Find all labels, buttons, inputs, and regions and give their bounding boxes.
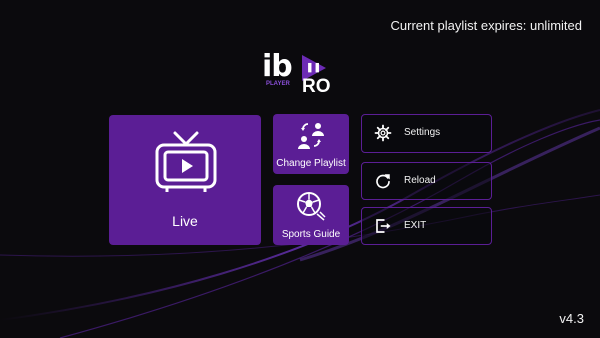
live-label: Live [172,213,198,229]
playlist-expiry-text: Current playlist expires: unlimited [390,18,582,33]
app-version: v4.3 [559,311,584,326]
change-playlist-tile[interactable]: Change Playlist [273,114,349,174]
settings-label: Settings [404,127,441,138]
settings-button[interactable]: Settings [361,114,492,153]
soccer-ball-icon [297,192,326,221]
reload-button[interactable]: Reload [361,162,492,200]
logo-pro-text: RO [302,76,331,97]
gear-icon [374,124,392,142]
tv-icon [155,131,217,192]
users-swap-icon [298,123,324,149]
logo-sub-text: PLAYER [266,81,290,87]
ibo-player-pro-logo: ❚❚ ib PLAYER RO [262,49,331,98]
reload-icon [376,174,390,189]
reload-label: Reload [404,175,436,186]
exit-icon [376,219,391,233]
sports-guide-label: Sports Guide [281,229,341,240]
exit-button[interactable]: EXIT [361,207,492,245]
sports-guide-tile[interactable]: Sports Guide [273,185,349,245]
exit-label: EXIT [404,220,427,231]
change-playlist-label: Change Playlist [276,158,346,169]
live-tile[interactable]: Live [109,115,261,245]
logo-main-text: ib [262,49,293,84]
